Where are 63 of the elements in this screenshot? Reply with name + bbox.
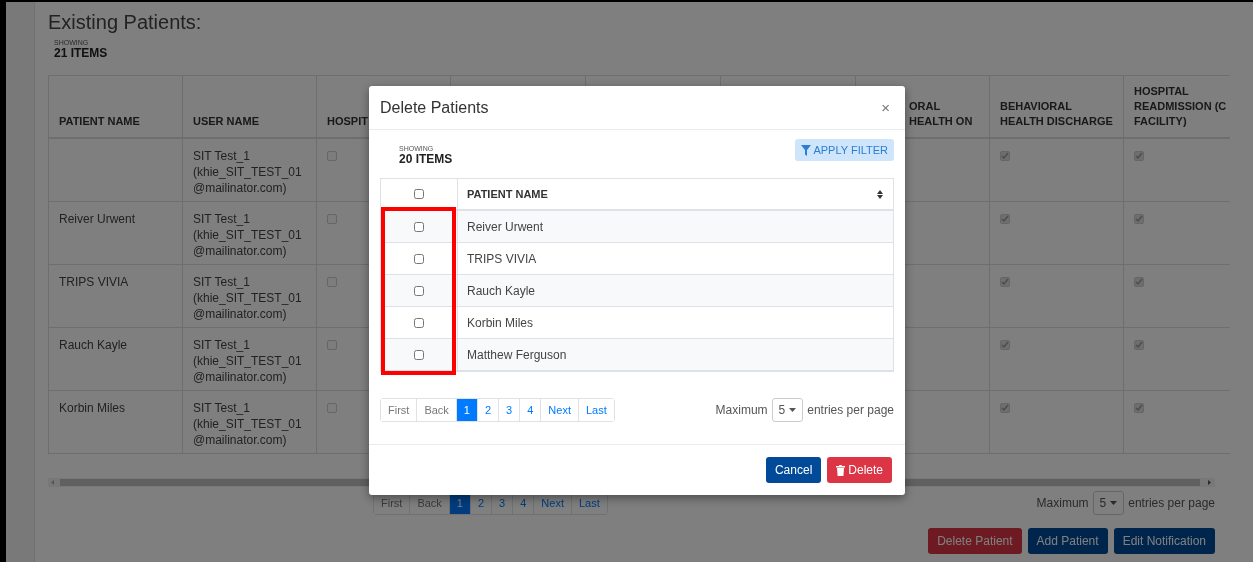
action-button[interactable]: Add Patient [1027, 528, 1108, 554]
row-checkbox[interactable] [414, 349, 424, 360]
dialog-button[interactable]: Delete [827, 457, 892, 483]
table-checkbox[interactable] [1000, 151, 1010, 161]
column-header: HOSPITAL READMISSION (C FACILITY) [1124, 76, 1230, 139]
table-checkbox[interactable] [1000, 277, 1010, 287]
table-cell: Rauch Kayle [457, 275, 893, 307]
table-cell: Korbin Miles [457, 307, 893, 339]
table-cell: SIT Test_1 (khie_SIT_TEST_01@mailinator.com) [183, 391, 317, 454]
caret-icon [1110, 501, 1118, 505]
per-page-label: Maximum [1036, 496, 1089, 510]
table-checkbox[interactable] [327, 403, 337, 413]
column-header: BEHAVIORAL HEALTH DISCHARGE [990, 76, 1124, 139]
page-button[interactable]: 1 [456, 399, 478, 421]
table-cell: TRIPS VIVIA [49, 265, 183, 328]
table-checkbox[interactable] [1000, 403, 1010, 413]
table-cell: Korbin Miles [49, 391, 183, 454]
table-checkbox[interactable] [327, 151, 337, 161]
table-cell: SIT Test_1 (khie_SIT_TEST_01@mailinator.com) [183, 265, 317, 328]
table-checkbox[interactable] [1134, 151, 1144, 161]
table-cell: Reiver Urwent [457, 211, 893, 243]
row-checkbox[interactable] [414, 253, 424, 264]
table-cell: SIT Test_1 (khie_SIT_TEST_01@mailinator.com) [183, 139, 317, 202]
table-checkbox[interactable] [1134, 277, 1144, 287]
table-checkbox[interactable] [1134, 340, 1144, 350]
table-cell: Matthew Ferguson [457, 339, 893, 371]
column-header: PATIENT NAME [467, 188, 548, 200]
per-page-label: entries per page [807, 403, 894, 417]
per-page-select[interactable]: 5 [1092, 491, 1125, 515]
table-cell: TRIPS VIVIA [457, 243, 893, 275]
column-header: USER NAME [183, 76, 317, 139]
table-cell: Rauch Kayle [49, 328, 183, 391]
page-button[interactable]: First [381, 399, 418, 421]
showing-count: 20 ITEMS [399, 153, 453, 166]
table-checkbox[interactable] [327, 214, 337, 224]
showing-count: 21 ITEMS [54, 47, 109, 60]
table-checkbox[interactable] [1000, 214, 1010, 224]
table-cell: SIT Test_1 (khie_SIT_TEST_01@mailinator.com) [183, 202, 317, 265]
action-button[interactable]: Delete Patient [928, 528, 1022, 554]
row-checkbox[interactable] [414, 221, 424, 232]
table-checkbox[interactable] [327, 277, 337, 287]
table-checkbox[interactable] [1134, 214, 1144, 224]
table-cell: Reiver Urwent [49, 202, 183, 265]
table-checkbox[interactable] [1134, 403, 1144, 413]
per-page-label: entries per page [1128, 496, 1215, 510]
apply-filter-button[interactable]: APPLY FILTER [795, 139, 894, 161]
column-header: PATIENT NAME [49, 76, 183, 139]
caret-icon [789, 408, 797, 412]
table-cell: SIT Test_1 (khie_SIT_TEST_01@mailinator.com) [183, 328, 317, 391]
table-checkbox[interactable] [1000, 340, 1010, 350]
row-checkbox[interactable] [414, 285, 424, 296]
close-button[interactable]: × [877, 99, 894, 116]
trash-icon [836, 464, 846, 476]
page-title: Existing Patients: [48, 10, 203, 34]
per-page-label: Maximum [715, 403, 768, 417]
table-checkbox[interactable] [327, 340, 337, 350]
select-all-checkbox[interactable] [414, 189, 424, 199]
row-checkbox[interactable] [414, 317, 424, 328]
per-page-select[interactable]: 5 [771, 398, 804, 422]
filter-icon [801, 144, 812, 156]
action-button[interactable]: Edit Notification [1113, 528, 1215, 554]
dialog-button[interactable]: Cancel [765, 457, 822, 483]
sort-icon[interactable] [877, 189, 883, 199]
